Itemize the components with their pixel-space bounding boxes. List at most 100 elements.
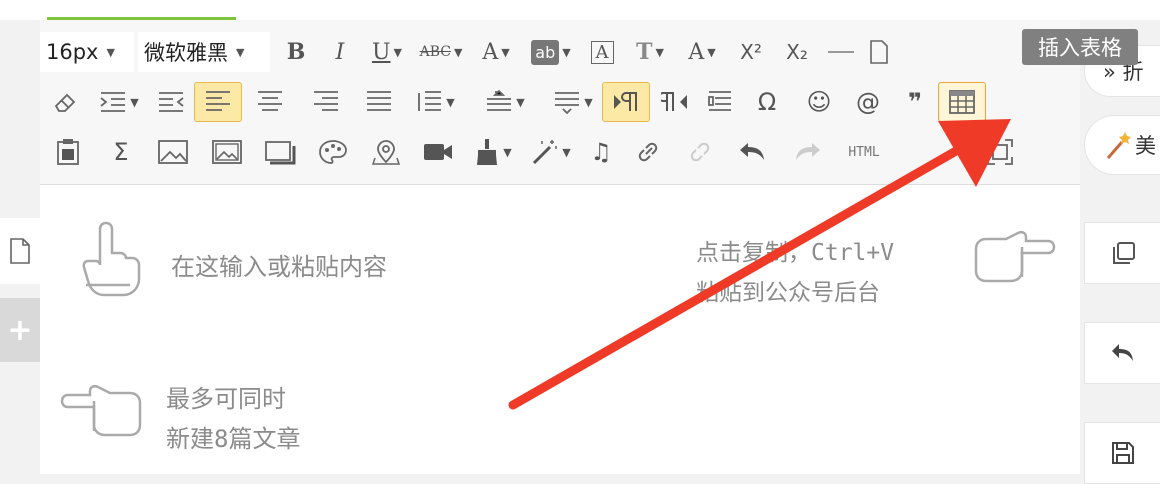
chevron-down-icon: ▼ [655, 45, 664, 59]
paragraph-spacing-icon [487, 90, 512, 111]
image-button[interactable] [146, 132, 200, 172]
table-icon [949, 90, 975, 114]
bold-button[interactable]: B [274, 32, 318, 72]
insert-table-button[interactable] [938, 82, 986, 122]
justify-button[interactable] [354, 82, 404, 122]
chevron-down-icon: ▼ [106, 45, 115, 59]
font-family-select[interactable]: 微软雅黑 ▼ [138, 32, 270, 72]
undo-button[interactable] [726, 132, 780, 172]
link-icon [638, 142, 658, 162]
bold-icon: B [286, 39, 306, 65]
ltr-button[interactable] [602, 82, 650, 122]
undo-side-button[interactable] [1084, 322, 1160, 384]
letter-spacing-icon: A [688, 39, 705, 65]
unlink-button[interactable] [674, 132, 726, 172]
video-button[interactable] [412, 132, 464, 172]
multi-image-button[interactable] [200, 132, 254, 172]
html-source-button[interactable]: HTML [834, 132, 894, 172]
list-button[interactable]: ▼ [544, 82, 602, 122]
horizontal-rule-button[interactable] [820, 32, 862, 72]
quote-button[interactable]: ❞ [892, 82, 938, 122]
line-height-button[interactable]: ▼ [404, 82, 466, 122]
chevron-down-icon: ▼ [584, 95, 593, 109]
align-right-button[interactable] [298, 82, 354, 122]
chevron-down-icon: ▼ [501, 45, 510, 59]
add-article-button[interactable]: + [0, 298, 40, 362]
align-left-button[interactable] [194, 82, 242, 122]
document-icon [870, 40, 888, 64]
mention-button[interactable]: @ [844, 82, 892, 122]
save-icon [1112, 442, 1134, 464]
brush-icon [477, 139, 498, 165]
align-left-icon [206, 91, 230, 111]
new-doc-tab[interactable] [0, 218, 40, 284]
link-button[interactable] [622, 132, 674, 172]
save-button[interactable] [1084, 422, 1160, 484]
highlight-icon: ab [531, 39, 560, 65]
chevron-down-icon: ▼ [707, 45, 716, 59]
subscript-button[interactable]: X₂ [774, 32, 820, 72]
underline-icon: U [371, 39, 391, 65]
chevron-down-icon: ▼ [453, 45, 463, 59]
chevron-down-icon: ▼ [503, 145, 512, 159]
outdent-button[interactable] [148, 82, 194, 122]
copy-hint-line1: 点击复制，Ctrl+V [696, 240, 895, 266]
strikethrough-icon: ABC [419, 44, 451, 60]
font-family-value: 微软雅黑 [144, 41, 228, 65]
magic-button[interactable]: ▼ [522, 132, 580, 172]
font-size-value: 16px [46, 40, 99, 64]
article-limit-line1: 最多可同时 [166, 385, 286, 413]
italic-button[interactable]: I [318, 32, 362, 72]
border-text-button[interactable]: A [580, 32, 624, 72]
rtl-button[interactable] [650, 82, 700, 122]
eraser-icon [54, 93, 76, 112]
align-justify-icon [367, 91, 391, 111]
font-size-select[interactable]: 16px ▼ [40, 32, 134, 72]
undo-icon [1112, 344, 1133, 361]
magic-wand-icon [533, 140, 558, 165]
editor-content[interactable]: 在这输入或粘贴内容 点击复制，Ctrl+V 粘贴到公众号后台 最多可同时 新建8… [40, 185, 1080, 474]
sigma-icon: Σ [113, 138, 129, 166]
magic-wand-icon [1106, 132, 1131, 159]
video-icon [424, 144, 452, 160]
text-style-icon: T [636, 39, 653, 65]
gallery-icon [212, 140, 242, 164]
strikethrough-button[interactable]: ABC ▼ [412, 32, 470, 72]
music-button[interactable]: ♫ [580, 132, 622, 172]
background-color-button[interactable]: ab ▼ [522, 32, 580, 72]
special-char-button[interactable]: Ω [740, 82, 794, 122]
eraser-button[interactable] [40, 82, 90, 122]
editor-area: 16px ▼ 微软雅黑 ▼ B I U ▼ ABC ▼ A ▼ ab ▼ A T ▼ A ▼ X… [40, 20, 1080, 474]
font-color-button[interactable]: A ▼ [470, 32, 522, 72]
redo-button[interactable] [780, 132, 834, 172]
superscript-button[interactable]: X² [728, 32, 774, 72]
fullscreen-button[interactable] [974, 132, 1026, 172]
char-spacing-button[interactable]: A ▼ [676, 32, 728, 72]
at-icon: @ [856, 88, 880, 116]
align-center-button[interactable] [242, 82, 298, 122]
article-limit-line2: 新建8篇文章 [166, 425, 301, 453]
italic-icon: I [335, 39, 345, 65]
copy-button[interactable] [1084, 222, 1160, 284]
pointing-up-hand-icon [82, 221, 141, 297]
indent-button[interactable]: ▼ [90, 82, 148, 122]
frame-icon [265, 141, 296, 165]
page-button[interactable] [862, 32, 896, 72]
html-icon: HTML [848, 144, 880, 160]
paste-word-button[interactable] [40, 132, 96, 172]
smiley-icon: ☺ [806, 88, 832, 116]
paragraph-spacing-button[interactable]: ▼ [466, 82, 544, 122]
beautify-button[interactable]: 美 [1084, 115, 1160, 175]
insert-table-tooltip: 插入表格 [1022, 29, 1138, 65]
format-brush-button[interactable]: ▼ [464, 132, 522, 172]
frame-button[interactable] [254, 132, 306, 172]
text-style-button[interactable]: T ▼ [624, 32, 676, 72]
emoji-button[interactable]: ☺ [794, 82, 844, 122]
formula-button[interactable]: Σ [96, 132, 146, 172]
horizontal-rule-icon [828, 51, 854, 53]
beautify-label: 美 [1135, 134, 1156, 158]
float-button[interactable] [700, 82, 740, 122]
map-button[interactable] [360, 132, 412, 172]
template-button[interactable] [306, 132, 360, 172]
underline-button[interactable]: U ▼ [362, 32, 412, 72]
